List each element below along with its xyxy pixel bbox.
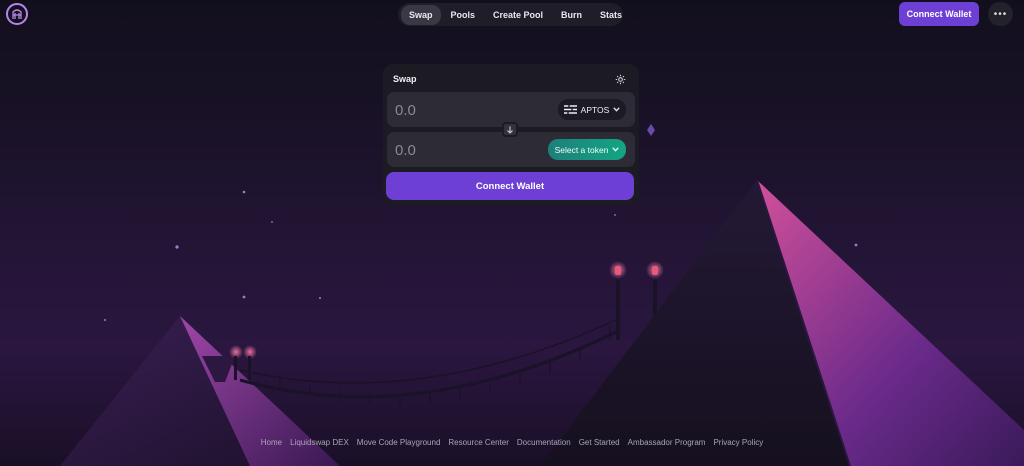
header-connect-wallet-button[interactable]: Connect Wallet <box>899 2 979 26</box>
chevron-down-icon <box>613 107 621 112</box>
footer-link-get-started[interactable]: Get Started <box>579 438 620 450</box>
from-token-label: APTOS <box>580 104 610 115</box>
footer-link-resource-center[interactable]: Resource Center <box>448 438 508 450</box>
footer-link-home[interactable]: Home <box>261 438 282 450</box>
footer-link-ambassador-program[interactable]: Ambassador Program <box>628 438 706 450</box>
tab-create-pool[interactable]: Create Pool <box>485 5 551 25</box>
more-horizontal-icon[interactable]: ••• <box>988 2 1013 26</box>
torches <box>229 261 664 380</box>
main-nav: Swap Pools Create Pool Burn Stats <box>398 3 623 26</box>
tab-stats[interactable]: Stats <box>592 5 630 25</box>
from-token-select-button[interactable]: APTOS <box>558 99 626 120</box>
tab-swap[interactable]: Swap <box>401 4 441 25</box>
from-amount-input[interactable] <box>395 100 545 120</box>
footer-links: Home Liquidswap DEX Move Code Playground… <box>0 438 1024 450</box>
tab-pools[interactable]: Pools <box>443 5 484 25</box>
logo-glyph <box>12 9 22 19</box>
select-token-label: Select a token <box>554 144 609 155</box>
liquidswap-logo-icon[interactable] <box>6 3 28 25</box>
footer-link-liquidswap-dex[interactable]: Liquidswap DEX <box>290 438 349 450</box>
arrow-down-icon <box>507 126 513 134</box>
footer-link-move-code-playground[interactable]: Move Code Playground <box>357 438 441 450</box>
gear-icon[interactable] <box>613 72 627 86</box>
connect-wallet-button[interactable]: Connect Wallet <box>386 172 634 200</box>
swap-card: Swap APTOS Select a token <box>383 64 639 205</box>
aptos-icon <box>563 105 577 114</box>
rope-bridge <box>239 317 621 405</box>
footer-link-privacy-policy[interactable]: Privacy Policy <box>713 438 763 450</box>
footer-link-documentation[interactable]: Documentation <box>517 438 571 450</box>
to-amount-input[interactable] <box>395 140 545 160</box>
to-token-field: Select a token <box>387 132 635 167</box>
select-token-button[interactable]: Select a token <box>548 139 626 160</box>
right-pyramid <box>540 179 1024 466</box>
switch-direction-button[interactable] <box>502 122 518 137</box>
tab-burn[interactable]: Burn <box>553 5 590 25</box>
swap-card-title: Swap <box>393 74 417 84</box>
gear-glyph <box>615 74 625 84</box>
chevron-down-icon <box>612 147 620 152</box>
